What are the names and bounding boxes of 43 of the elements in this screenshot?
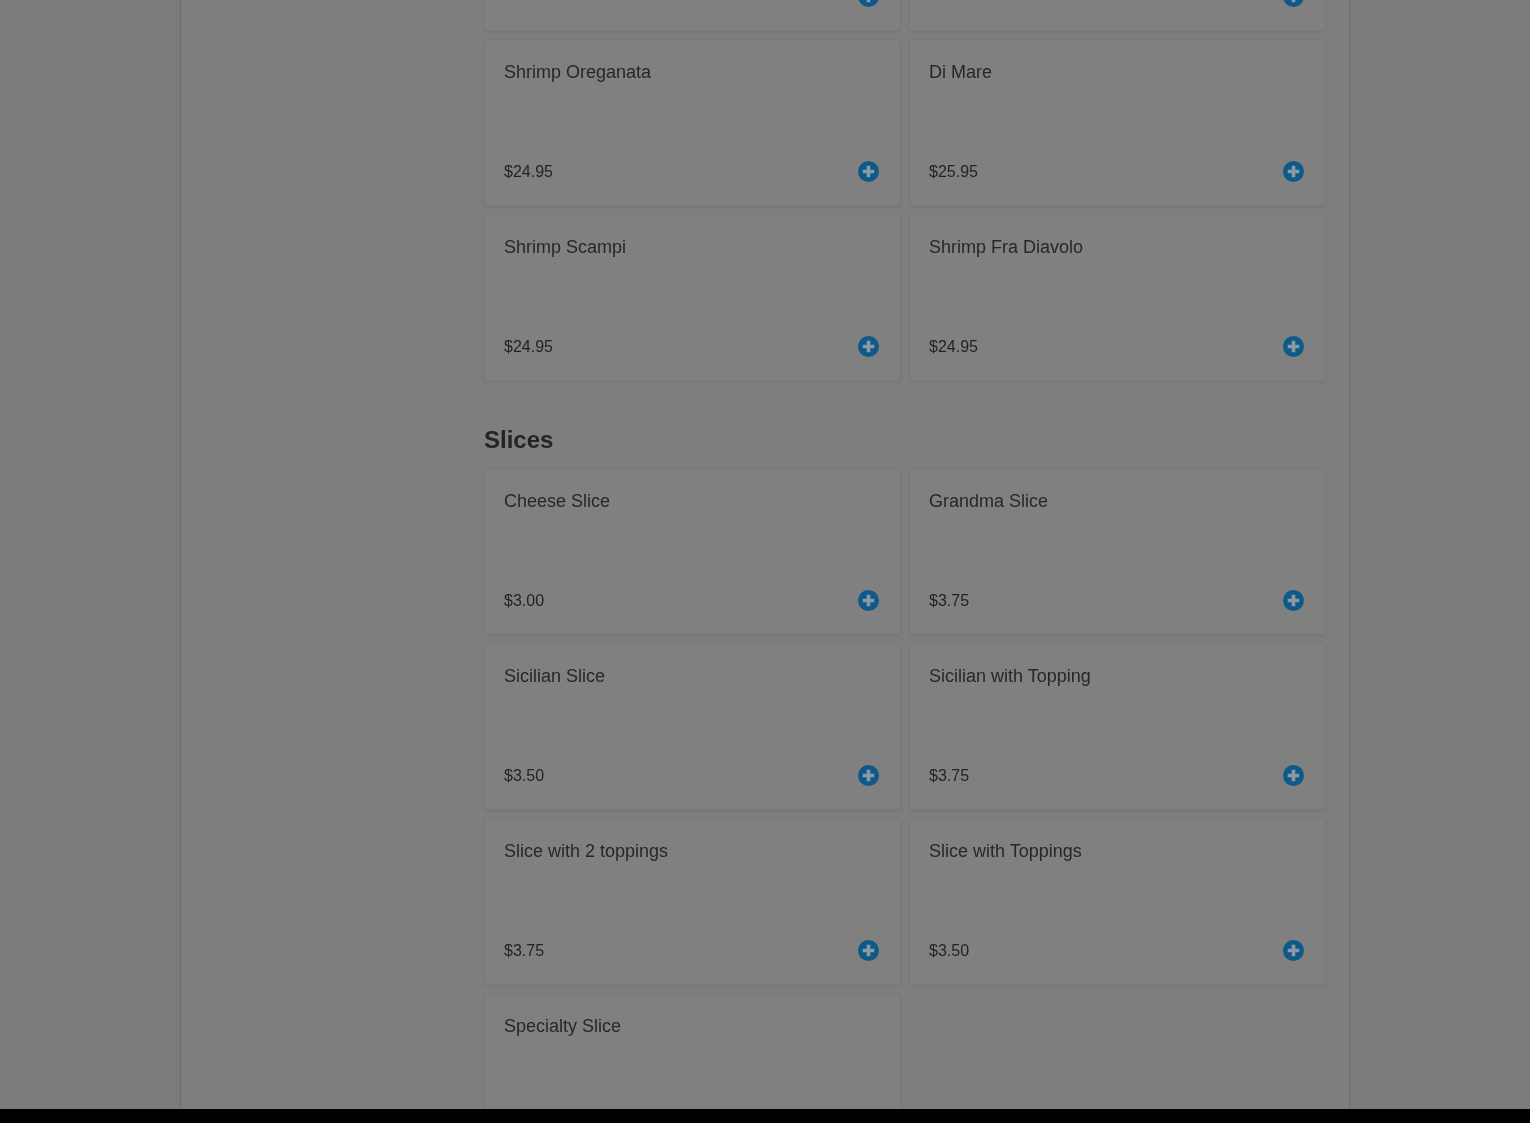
item-price: $3.75 <box>929 765 970 786</box>
menu-item-card[interactable]: Cheese Slice $3.00 <box>484 468 901 635</box>
add-icon[interactable] <box>1283 765 1304 786</box>
menu-item-card[interactable]: Grandma Slice $3.75 <box>909 468 1326 635</box>
add-icon[interactable] <box>858 940 879 961</box>
add-icon[interactable] <box>858 590 879 611</box>
item-name: Slice with Toppings <box>929 840 1082 863</box>
item-name: Specialty Slice <box>504 1015 622 1038</box>
item-price: $24.95 <box>504 161 553 182</box>
item-name: Shrimp Fra Diavolo <box>929 236 1084 259</box>
menu-item-card[interactable]: Sicilian with Topping $3.75 <box>909 643 1326 810</box>
add-icon[interactable] <box>858 161 879 182</box>
item-name: Di Mare <box>929 61 992 84</box>
item-price: $3.50 <box>504 765 545 786</box>
add-icon[interactable] <box>1283 940 1304 961</box>
item-price: $25.95 <box>929 161 978 182</box>
add-icon[interactable] <box>858 336 879 357</box>
item-name: Sicilian with Topping <box>929 665 1091 688</box>
item-name: Grandma Slice <box>929 490 1049 513</box>
item-price: $3.50 <box>929 940 970 961</box>
item-price: $3.00 <box>504 590 545 611</box>
item-name: Cheese Slice <box>504 490 611 513</box>
menu-item-card[interactable]: Shrimp Oreganata $24.95 <box>484 39 901 206</box>
item-price: $3.75 <box>929 590 970 611</box>
item-name: Shrimp Oreganata <box>504 61 652 84</box>
item-price: $24.95 <box>929 336 978 357</box>
menu-item-card[interactable]: Specialty Slice <box>484 993 901 1109</box>
menu-item-card[interactable]: Shrimp Fra Diavolo $24.95 <box>909 214 1326 381</box>
item-name: Sicilian Slice <box>504 665 606 688</box>
menu-item-card[interactable]: Di Mare $25.95 <box>909 39 1326 206</box>
add-icon[interactable] <box>858 765 879 786</box>
add-icon[interactable] <box>1283 590 1304 611</box>
item-name: Shrimp Scampi <box>504 236 627 259</box>
add-icon[interactable] <box>1283 161 1304 182</box>
menu-item-card[interactable]: Slice with 2 toppings $3.75 <box>484 818 901 985</box>
item-price: $3.75 <box>504 940 545 961</box>
item-name: Slice with 2 toppings <box>504 840 669 863</box>
section-heading: Slices <box>484 425 555 455</box>
menu-item-card[interactable]: Sicilian Slice $3.50 <box>484 643 901 810</box>
item-price: $24.95 <box>504 336 553 357</box>
menu-item-card[interactable]: Slice with Toppings $3.50 <box>909 818 1326 985</box>
add-icon[interactable] <box>1283 336 1304 357</box>
menu-item-card[interactable]: Shrimp Scampi $24.95 <box>484 214 901 381</box>
